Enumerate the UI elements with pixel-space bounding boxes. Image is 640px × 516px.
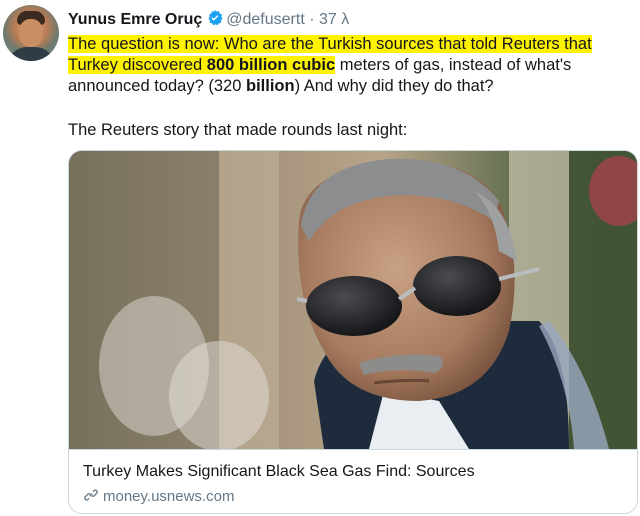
author-name[interactable]: Yunus Emre Oruç [68,11,202,28]
avatar-shirt [7,47,55,61]
author-avatar[interactable] [3,5,59,61]
tweet-timestamp[interactable]: 37 λ [319,11,349,28]
tweet-text-part: Turkish sources that told Reuters that [318,35,592,53]
avatar-face [19,19,43,47]
card-domain-text: money.usnews.com [103,488,235,505]
tweet-text-part: ) And why did they do that? [294,77,494,95]
tweet-text-bold: 800 billion cubic [206,56,336,74]
card-image[interactable] [69,151,637,449]
tweet-text: The question is now: Who are the Turkish… [68,34,633,97]
tweet-header: Yunus Emre Oruç @defusertt · 37 λ [68,9,349,33]
card-meta[interactable]: Turkey Makes Significant Black Sea Gas F… [69,449,637,513]
quote-intro-text: The Reuters story that made rounds last … [68,121,408,139]
tweet-text-part: Turkey discovered [68,56,207,74]
tweet-text-part: The question is now: Who are the [68,35,319,53]
tweet-text-bold: billion [245,77,295,95]
link-preview-card[interactable]: Turkey Makes Significant Black Sea Gas F… [68,150,638,514]
card-domain[interactable]: money.usnews.com [83,487,234,507]
verified-badge-icon [206,9,224,33]
link-icon [83,487,99,507]
author-handle[interactable]: @defusertt [226,11,305,28]
card-title[interactable]: Turkey Makes Significant Black Sea Gas F… [83,463,475,481]
header-separator: · [309,11,315,28]
